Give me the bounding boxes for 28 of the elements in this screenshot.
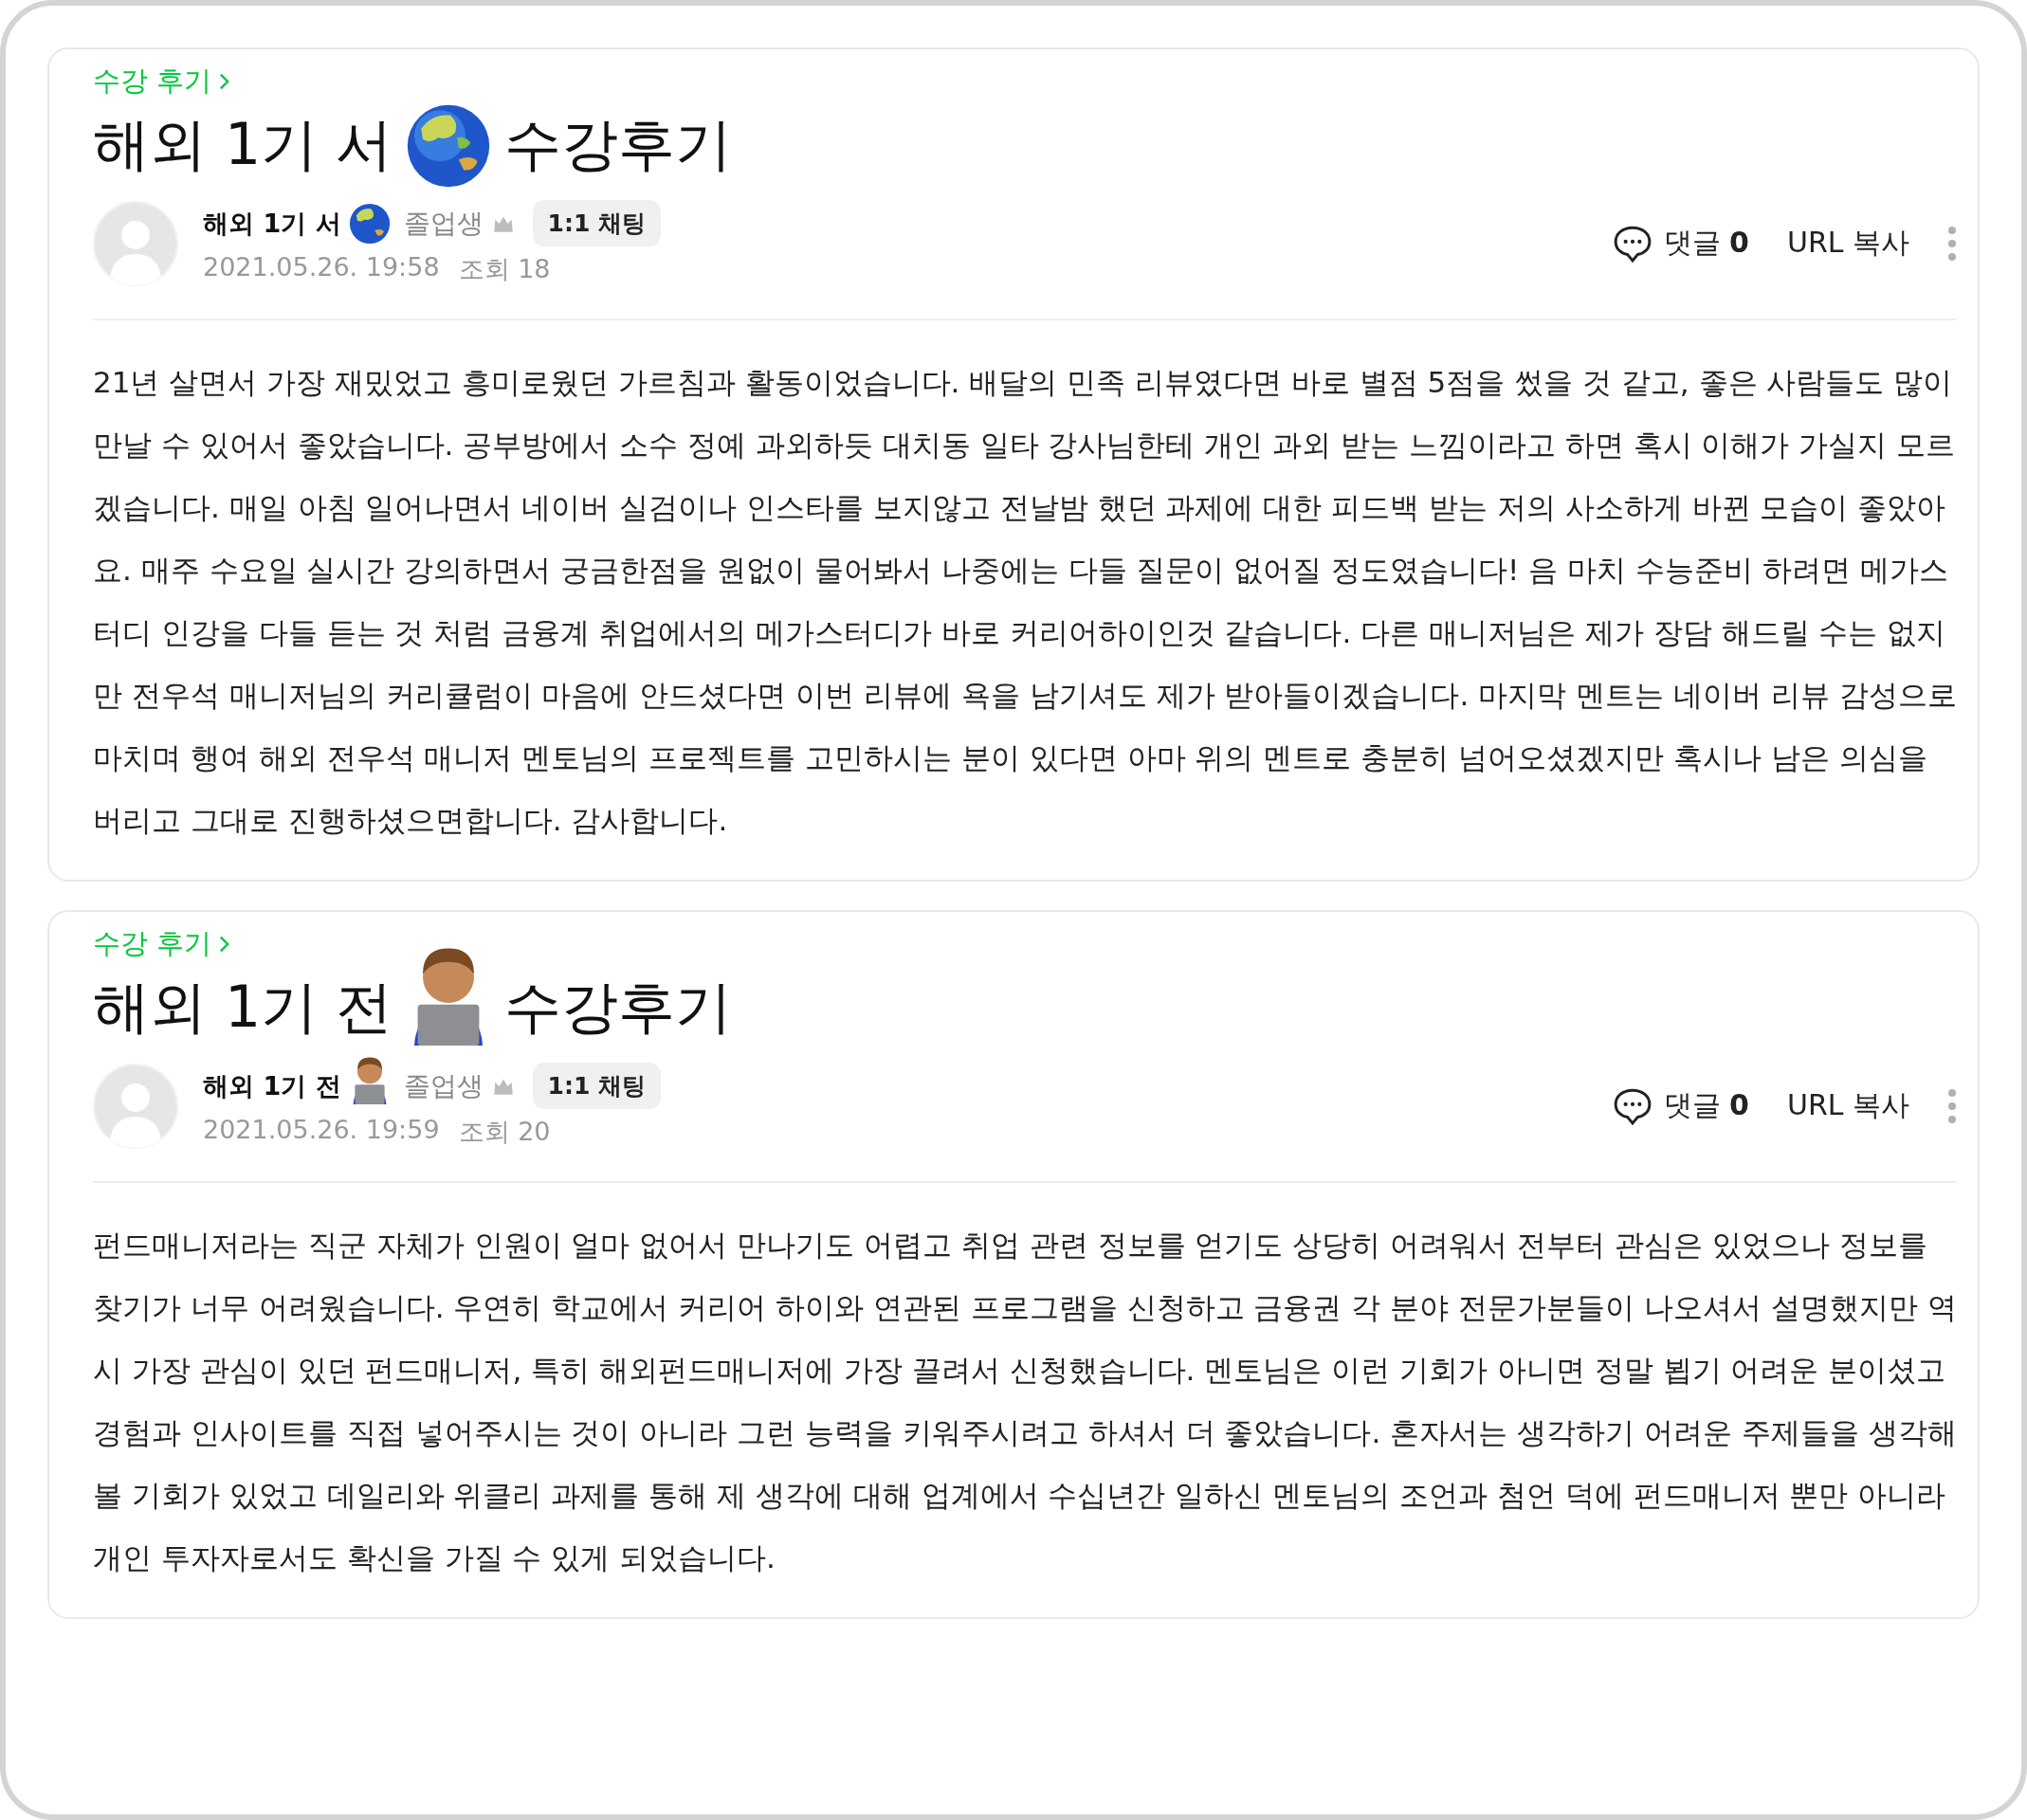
post-title: 해외 1기 서 [93,110,393,179]
chevron-icon [219,72,230,91]
globe-icon [348,202,391,245]
avatar-icon [93,1063,178,1149]
chat-button[interactable]: 1:1 채팅 [532,200,662,246]
comment-link[interactable]: 댓글 0 [1612,223,1749,264]
post-title: 수강후기 [504,973,733,1042]
avatar-icon [93,200,178,286]
post-date: 2021.05.26. 19:58 [203,252,440,283]
author-role: 졸업생 [403,206,484,241]
post-title: 해외 1기 전 [93,973,393,1042]
more-options-icon[interactable] [1947,224,1957,263]
more-options-icon[interactable] [1947,1086,1957,1125]
review-text: 21년 살면서 가장 재밌었고 흥미로웠던 가르침과 활동이었습니다. 배달의 민족 리뷰였다면 바로 별점 5점을 썼을 것 같고, 좋은 사람들도 많이 만날 수 있어서 좋았습니다. 공부방에서 소수 정예 과외하듯 대치동 일타 강사님한테 개인 과외 받는 느낌이라고 하면 혹시 이해가 가실지 모르겠습니다. 매일 아침 일어나면서 네이버 실검이나 인스타를 보지않고 전날밤 했던 과제에 대한 피드백 받는 저의 사소하게 바뀐 모습이 좋았아요. 매주 수요일 실시간 강의하면서 궁금한점을 원없이 물어봐서 나중에는 다들 질문이 없어질 정도였습니다! 음 마치 수능준비 하려면 메가스터디 인강을 다들 듣는 것 처럼 금융계 취업에서의 메가스터디가 바로 커리어하이인것 같습니다. 다른 매니저님은 제가 장담 해드릴 수는 없지만 전우석 매니저님의 커리큘럼이 마음에 안드셨다면 이번 리뷰에 욕을 남기셔도 제가 받아들이겠습니다. 마지막 멘트는 네이버 리뷰 감성으로 마치며 행여 해외 전우석 매니저 멘토님의 프로젝트를 고민하시는 분이 있다면 아마 위의 멘트로 충분히 넘어오셨겠지만 혹시나 남은 의심을 버리고 그대로 진행하셨으면합니다. 감사합니다. [93,364,1957,839]
author-name[interactable]: 해외 1기 전 [203,1068,341,1103]
view-count: 조회 20 [458,1116,551,1148]
url-copy-link[interactable]: URL 복사 [1786,1086,1909,1125]
review-text: 펀드매니저라는 직군 자체가 인원이 얼마 없어서 만나기도 어렵고 취업 관련 정보를 얻기도 상당히 어려워서 전부터 관심은 있었으나 정보를 찾기가 너무 어려웠습니다. 우연히 학교에서 커리어 하이와 연관된 프로그램을 신청하고 금융권 각 분야 전문가분들이 나오셔서 설명했지만 역시 가장 관심이 있던 펀드매니저, 특히 해외펀드매니저에 가장 끌려서 신청했습니다. 멘토님은 이런 기회가 아니면 정말 뵙기 어려운 분이셨고 경험과 인사이트를 직접 넣어주시는 것이 아니라 그런 능력을 키워주시려고 하셔서 더 좋았습니다. 혼자서는 생각하기 어려운 주제들을 생각해볼 기회가 있었고 데일리와 위클리 과제를 통해 제 생각에 대해 업계에서 수십년간 일하신 멘토님의 조언과 첨언 덕에 펀드매니저 뿐만 아니라 개인 투자자로서도 확신을 가질 수 있게 되었습니다. [93,1227,1957,1576]
chevron-icon [219,935,230,954]
author-name[interactable]: 해외 1기 서 [203,206,341,241]
post-title: 수강후기 [504,110,733,179]
globe-icon [406,102,492,189]
author-role: 졸업생 [403,1068,484,1103]
view-count: 조회 18 [458,253,551,285]
chat-button[interactable]: 1:1 채팅 [532,1063,662,1109]
post-date: 2021.05.26. 19:59 [203,1115,440,1146]
url-copy-link[interactable]: URL 복사 [1786,224,1909,263]
comment-link[interactable]: 댓글 0 [1612,1085,1749,1126]
